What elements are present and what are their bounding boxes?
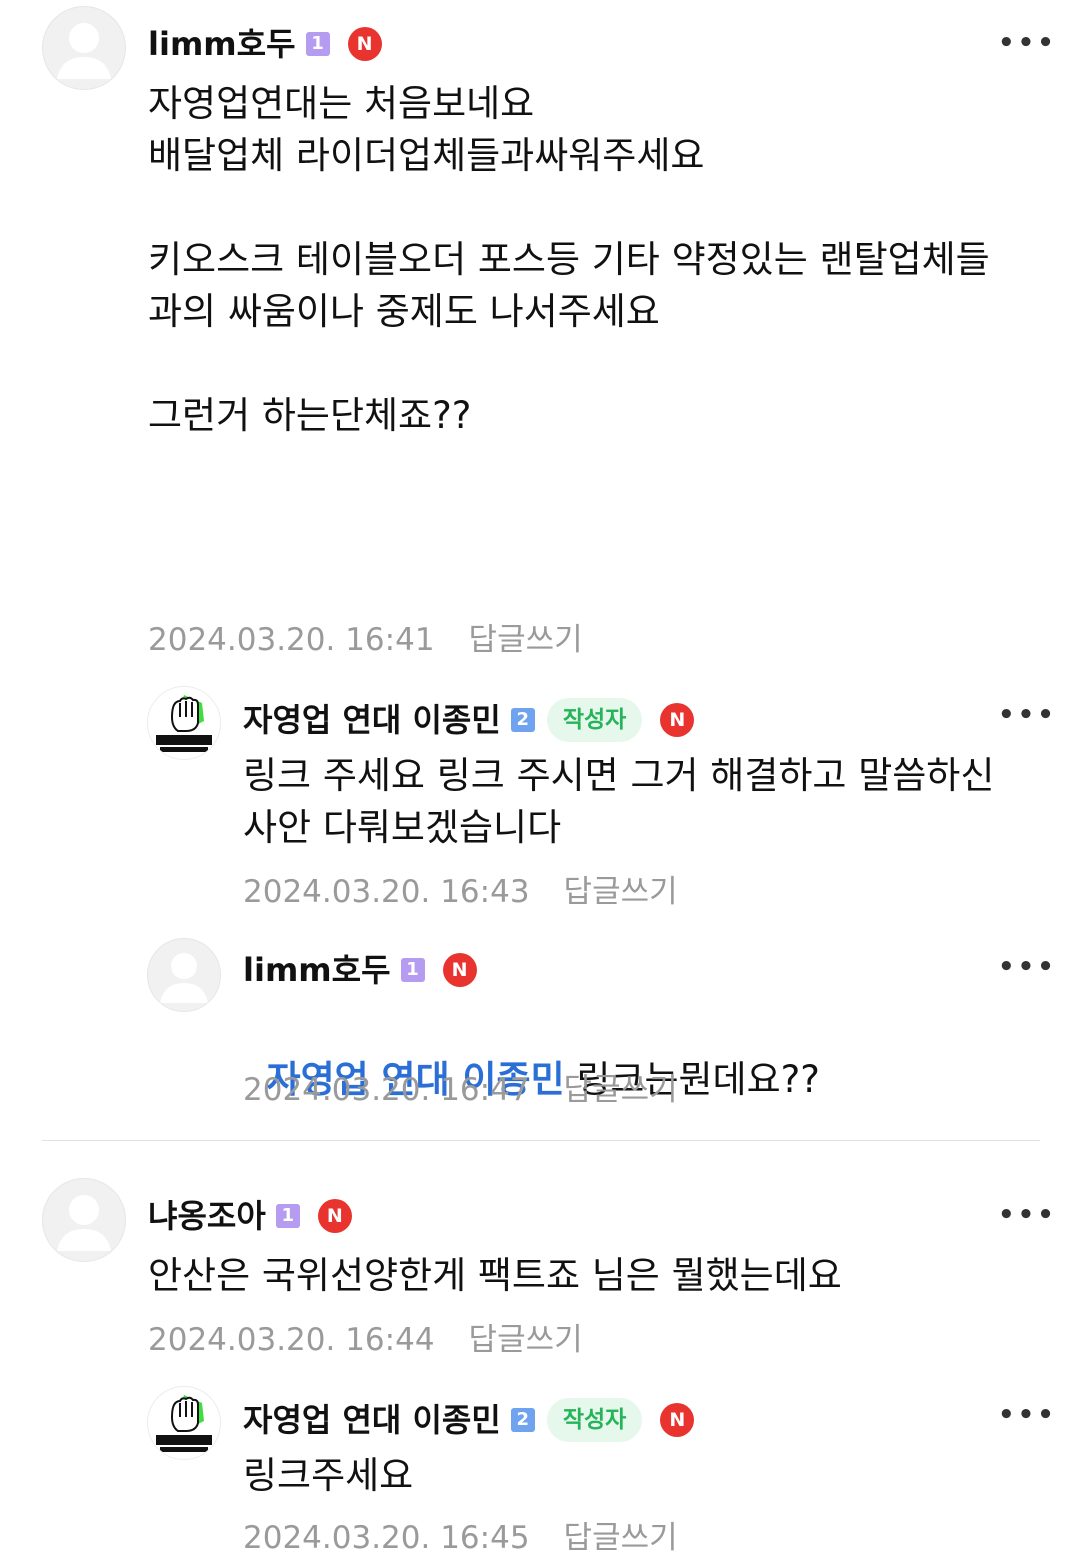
reply-button[interactable]: 답글쓰기 [564, 1072, 678, 1108]
more-dots-icon: ••• [998, 952, 1057, 982]
comment-meta: 2024.03.20. 16:44 답글쓰기 [148, 1314, 583, 1359]
reply-button[interactable]: 답글쓰기 [469, 1322, 583, 1358]
more-dots-icon: ••• [998, 700, 1057, 730]
nickname[interactable]: limm호두 [148, 24, 296, 64]
comment-text: 링크 주세요 링크 주시면 그거 해결하고 말씀하신 사안 다뤄보겠습니다 [243, 754, 995, 849]
reply-button[interactable]: 답글쓰기 [564, 874, 678, 910]
nickname[interactable]: 자영업 연대 이종민 [243, 700, 501, 740]
new-badge: N [317, 1199, 352, 1233]
avatar[interactable] [147, 1386, 221, 1460]
comment-date: 2024.03.20. 16:45 [243, 1520, 530, 1556]
comment-author[interactable]: limm호두 1 N [148, 24, 382, 64]
comment-date: 2024.03.20. 16:43 [243, 874, 530, 910]
comment-author[interactable]: 냐옹조아 1 N [148, 1196, 352, 1236]
avatar[interactable] [147, 938, 221, 1012]
nickname[interactable]: 냐옹조아 [148, 1196, 266, 1236]
comment-author[interactable]: 자영업 연대 이종민 2 작성자 N [243, 1398, 695, 1442]
more-options-button[interactable]: ••• [998, 28, 1057, 58]
comment-author[interactable]: limm호두 1 N [243, 950, 477, 990]
author-tag: 작성자 [546, 698, 643, 742]
user-silhouette-icon [160, 953, 208, 1003]
more-options-button[interactable]: ••• [998, 1200, 1057, 1230]
avatar[interactable] [42, 1178, 126, 1262]
user-silhouette-icon [57, 1195, 111, 1251]
more-options-button[interactable]: ••• [998, 700, 1057, 730]
more-dots-icon: ••• [998, 28, 1057, 58]
comment-text: 자영업연대는 처음보네요 배달업체 라이더업체들과싸워주세요 키오스크 테이블오… [148, 82, 990, 437]
more-dots-icon: ••• [998, 1400, 1057, 1430]
comment-text: 링크주세요 [243, 1454, 414, 1497]
level-badge: 2 [510, 1408, 535, 1432]
comment-text: 안산은 국위선양한게 팩트죠 님은 뭘했는데요 [148, 1254, 842, 1297]
reply-button[interactable]: 답글쓰기 [564, 1520, 678, 1556]
comment-meta: 2024.03.20. 16:45 답글쓰기 [243, 1512, 678, 1557]
avatar[interactable] [42, 6, 126, 90]
comment-meta: 2024.03.20. 16:41 답글쓰기 [148, 614, 583, 659]
reply-button[interactable]: 답글쓰기 [469, 622, 583, 658]
new-badge: N [442, 953, 477, 987]
divider [42, 1140, 1040, 1141]
comment-meta: 2024.03.20. 16:47 답글쓰기 [243, 1064, 678, 1109]
comment-date: 2024.03.20. 16:47 [243, 1072, 530, 1108]
more-options-button[interactable]: ••• [998, 1400, 1057, 1430]
fist-logo-icon [156, 1395, 212, 1452]
level-badge: 2 [510, 708, 535, 732]
more-dots-icon: ••• [998, 1200, 1057, 1230]
new-badge: N [660, 703, 695, 737]
author-tag: 작성자 [546, 1398, 643, 1442]
nickname[interactable]: 자영업 연대 이종민 [243, 1400, 501, 1440]
nickname[interactable]: limm호두 [243, 950, 391, 990]
comment-author[interactable]: 자영업 연대 이종민 2 작성자 N [243, 698, 695, 742]
avatar[interactable] [147, 686, 221, 760]
level-badge: 1 [305, 32, 330, 56]
new-badge: N [347, 27, 382, 61]
comment-meta: 2024.03.20. 16:43 답글쓰기 [243, 866, 678, 911]
comment-date: 2024.03.20. 16:44 [148, 1322, 435, 1358]
more-options-button[interactable]: ••• [998, 952, 1057, 982]
comment-date: 2024.03.20. 16:41 [148, 622, 435, 658]
fist-logo-icon [156, 695, 212, 752]
user-silhouette-icon [57, 23, 111, 79]
level-badge: 1 [275, 1204, 300, 1228]
level-badge: 1 [400, 958, 425, 982]
new-badge: N [660, 1403, 695, 1437]
